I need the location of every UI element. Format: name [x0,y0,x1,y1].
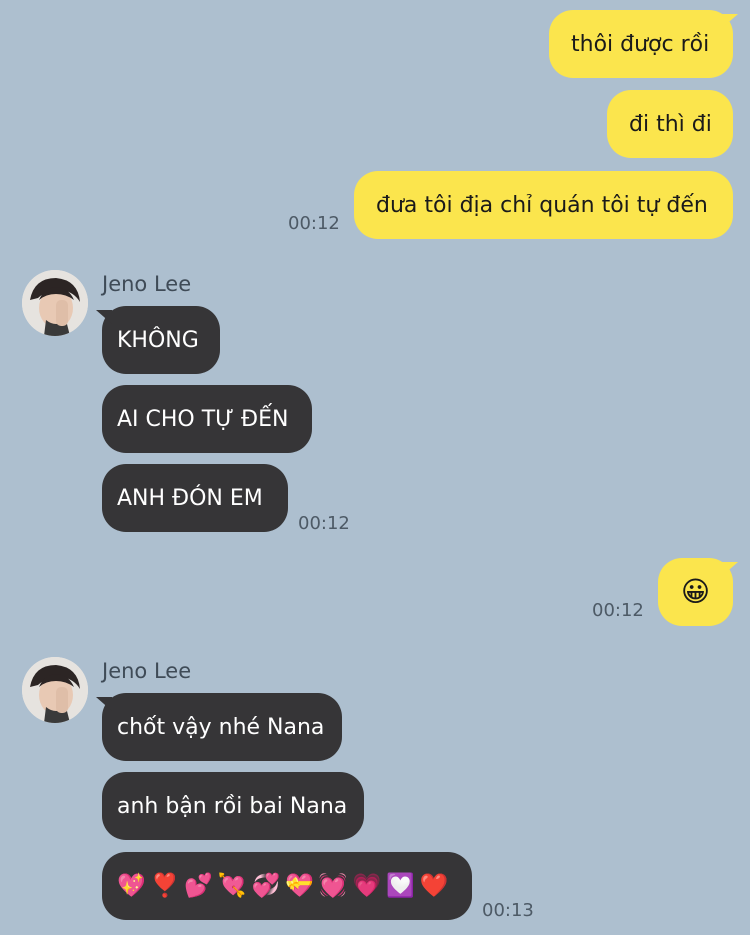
heart-decoration-emoji: 💟 [386,872,415,899]
message-text: đi thì đi [629,111,712,137]
heart-with-arrow-emoji: 💘 [217,872,247,899]
grinning-face-emoji: 😀 [680,575,711,608]
outgoing-message[interactable]: thôi được rồi [549,10,733,78]
message-timestamp: 00:12 [288,213,340,234]
sender-name: Jeno Lee [102,272,192,296]
incoming-message[interactable]: AI CHO TỰ ĐẾN [102,385,312,453]
revolving-hearts-emoji: 💞 [251,872,281,899]
message-timestamp: 00:12 [298,513,350,534]
message-text: đưa tôi địa chỉ quán tôi tự đến [376,192,708,218]
bubble-tail [722,14,738,28]
growing-heart-emoji: 💗 [352,872,382,899]
message-text: AI CHO TỰ ĐẾN [117,406,289,432]
avatar-photo [22,270,88,336]
outgoing-message[interactable]: đi thì đi [607,90,733,158]
avatar[interactable] [22,270,88,336]
bubble-tail [722,562,738,576]
message-text: thôi được rồi [571,31,710,57]
avatar-photo [22,657,88,723]
two-hearts-emoji: 💕 [184,872,213,899]
incoming-message[interactable]: KHÔNG [102,306,220,374]
incoming-message[interactable]: anh bận rồi bai Nana [102,772,364,840]
sparkling-heart-emoji: 💖 [117,872,146,899]
incoming-message[interactable]: chốt vậy nhé Nana [102,693,342,761]
message-timestamp: 00:12 [592,600,644,621]
message-text: KHÔNG [117,327,199,353]
incoming-message[interactable]: ANH ĐÓN EM [102,464,288,532]
message-text: anh bận rồi bai Nana [117,793,348,819]
message-timestamp: 00:13 [482,900,534,921]
incoming-message[interactable]: 💖 ❣️ 💕 💘 💞 💝 💓 💗 💟 ❤️ [102,852,472,920]
beating-heart-emoji: 💓 [318,872,348,899]
avatar[interactable] [22,657,88,723]
message-text: chốt vậy nhé Nana [117,714,325,740]
heart-exclamation-emoji: ❣️ [150,872,180,899]
bubble-tail [96,310,112,324]
emoji-row: 💖 ❣️ 💕 💘 💞 💝 💓 💗 💟 ❤️ [117,872,449,899]
bubble-tail [96,697,112,711]
red-heart-emoji: ❤️ [419,872,449,899]
sender-name: Jeno Lee [102,659,192,683]
outgoing-message[interactable]: đưa tôi địa chỉ quán tôi tự đến [354,171,733,239]
message-text: ANH ĐÓN EM [117,485,263,511]
heart-with-ribbon-emoji: 💝 [285,872,314,899]
